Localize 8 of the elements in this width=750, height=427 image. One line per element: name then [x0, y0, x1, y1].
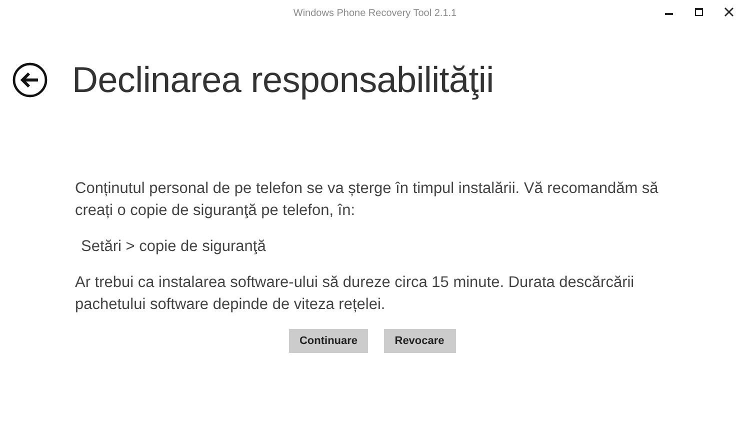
continue-button[interactable]: Continuare	[289, 328, 368, 354]
paragraph: Conținutul personal de pe telefon se va șterge în timpul instalării. Vă recomandăm să creați o copie de siguranţă pe telefon, în:	[75, 178, 660, 222]
cancel-button[interactable]: Revocare	[384, 328, 456, 354]
window-title: Windows Phone Recovery Tool 2.1.1	[293, 8, 457, 19]
paragraph: Ar trebui ca instalarea software-ului să dureze circa 15 minute. Durata descărcării pachetului software depinde de viteza rețelei.	[75, 272, 636, 316]
page-title: Declinarea responsabilităţii	[72, 60, 494, 100]
settings-path: Setări > copie de siguranţă	[81, 236, 267, 257]
back-icon[interactable]	[12, 62, 48, 98]
